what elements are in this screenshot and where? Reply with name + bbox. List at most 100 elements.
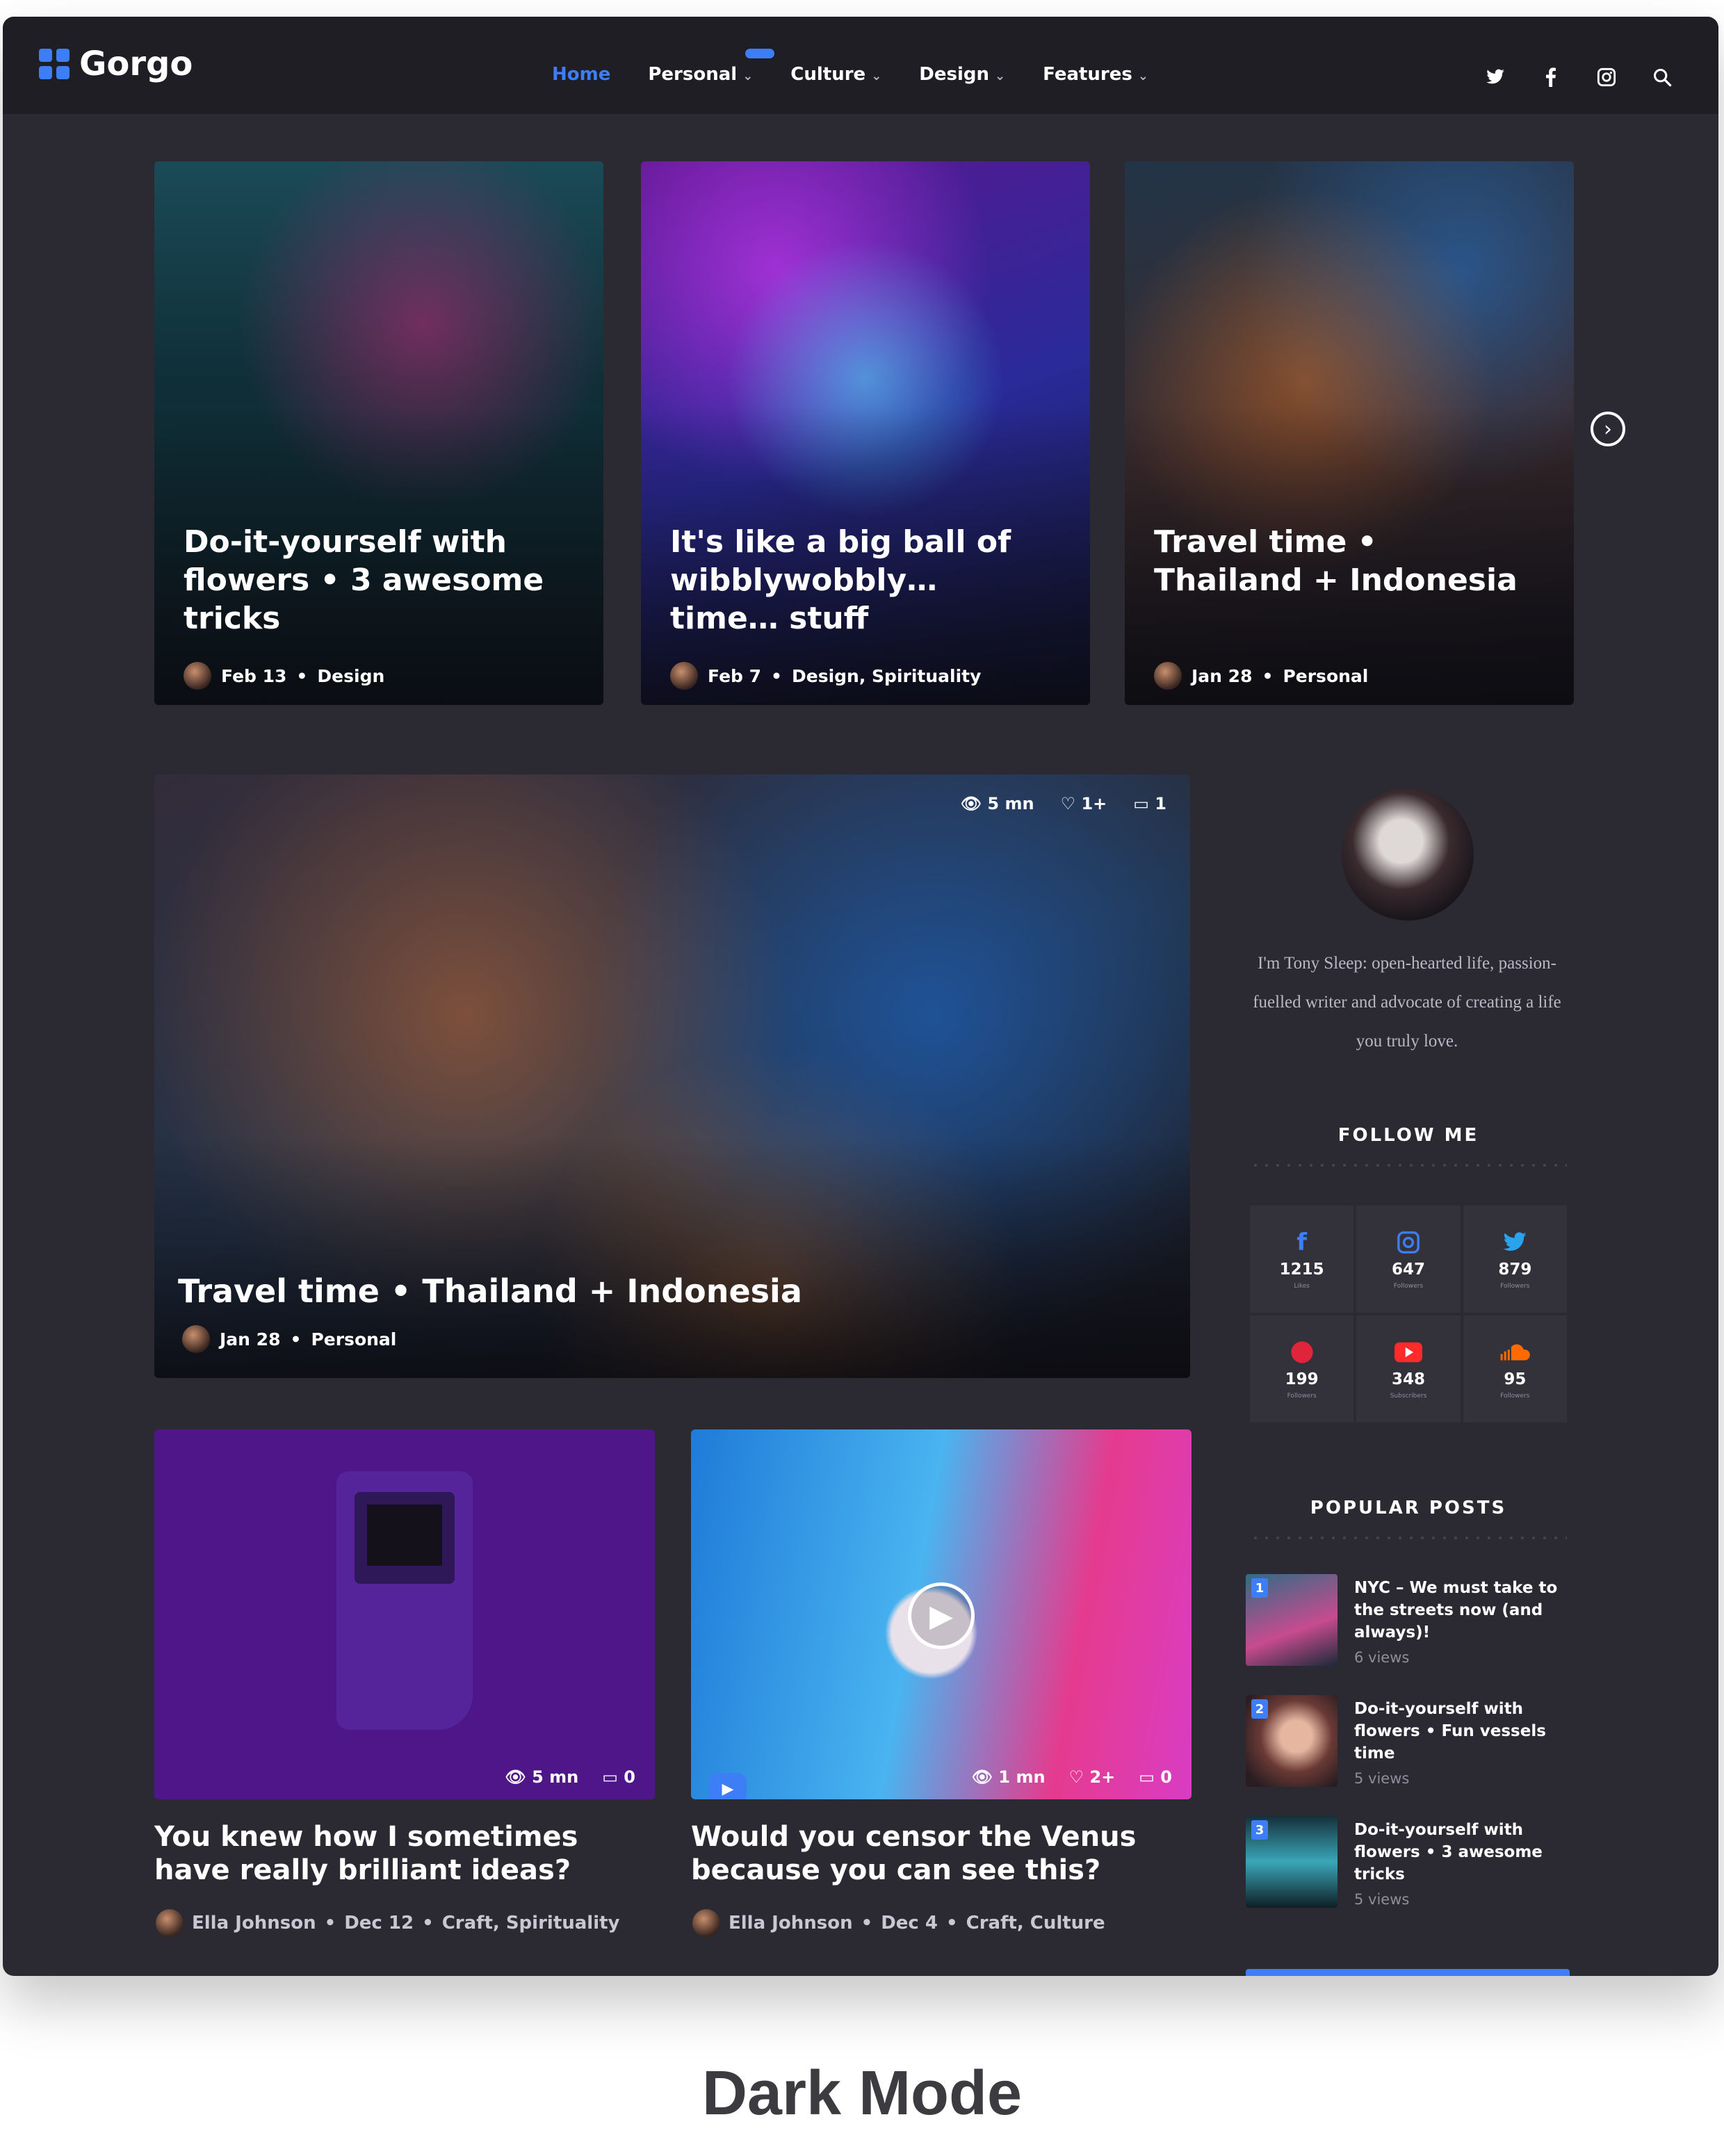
post-category[interactable]: Craft, Spirituality [442, 1913, 620, 1934]
header-social-links [1485, 67, 1673, 88]
nav-item-personal[interactable]: Personal ⌄ [648, 64, 753, 85]
slider-card-title[interactable]: Do-it-yourself with flowers • 3 awesome … [184, 523, 559, 638]
author-avatar[interactable] [1154, 662, 1182, 690]
author-avatar[interactable] [692, 1909, 720, 1937]
meta-separator: • [422, 1913, 434, 1934]
logo-grid-icon [39, 49, 70, 79]
post-category[interactable]: Design, Spirituality [792, 666, 981, 686]
meta-separator: • [861, 1913, 873, 1934]
follow-me-heading: FOLLOW ME [1337, 1125, 1479, 1146]
youtube-icon [1394, 1338, 1422, 1366]
author-avatar[interactable] [156, 1909, 184, 1937]
author-profile-photo [1342, 788, 1474, 921]
slider-next-arrow-icon[interactable]: › [1591, 412, 1625, 446]
main-menu: Home Personal ⌄ Culture ⌄ Design ⌄ Features… [552, 49, 1148, 85]
search-icon[interactable] [1652, 67, 1673, 88]
play-video-icon[interactable]: ▶ [908, 1582, 975, 1649]
facebook-icon[interactable] [1540, 67, 1561, 88]
chevron-down-icon: ⌄ [995, 69, 1006, 83]
reading-time: 👁 5 mn [505, 1767, 579, 1787]
popular-post-rank: 1 [1251, 1578, 1268, 1598]
popular-post-views: 6 views [1354, 1649, 1410, 1666]
popular-post-item[interactable]: 2 Do-it-yourself with flowers • Fun vess… [1246, 1695, 1572, 1816]
comments-count[interactable]: ▭ 0 [1139, 1767, 1172, 1787]
reading-time: 👁 1 mn [971, 1767, 1046, 1787]
comment-icon: ▭ [1139, 1767, 1155, 1787]
dotted-divider [1250, 1164, 1567, 1167]
comments-count[interactable]: ▭ 1 [1133, 794, 1166, 813]
post-author[interactable]: Ella Johnson [192, 1913, 316, 1934]
post-date: Jan 28 [220, 1329, 281, 1349]
logo-text: Gorgo [79, 44, 193, 83]
follow-youtube[interactable]: 348 Subscribers [1356, 1315, 1461, 1423]
post-category[interactable]: Design [317, 666, 384, 686]
follow-instagram[interactable]: 647 Followers [1356, 1206, 1461, 1313]
post-author[interactable]: Ella Johnson [729, 1913, 853, 1934]
post-title[interactable]: You knew how I sometimes have really bri… [154, 1820, 641, 1887]
popular-post-rank: 3 [1251, 1820, 1268, 1840]
popular-post-rank: 2 [1251, 1699, 1268, 1719]
featured-post-meta: Jan 28 • Personal [182, 1325, 396, 1353]
comment-icon: ▭ [602, 1767, 618, 1787]
slider-card-meta: Feb 7 • Design, Spirituality [670, 662, 981, 690]
post-thumbnail-1[interactable]: 👁 5 mn ▭ 0 [154, 1429, 655, 1799]
post-thumbnail-2[interactable]: ▶ ▶ 👁 1 mn ♡ 2+ ▭ 0 [691, 1429, 1192, 1799]
top-navigation-bar: Gorgo Home Personal ⌄ Culture ⌄ Design ⌄ Fe… [3, 17, 1718, 114]
author-avatar[interactable] [184, 662, 211, 690]
twitter-icon[interactable] [1485, 67, 1506, 88]
popular-posts-list: 1 NYC – We must take to the streets now … [1246, 1574, 1572, 1937]
featured-post[interactable]: 👁 5 mn ♡ 1+ ▭ 1 Travel time • Thailand +… [154, 775, 1190, 1378]
follow-twitter[interactable]: 879 Followers [1463, 1206, 1567, 1313]
popular-post-title[interactable]: Do-it-yourself with flowers • Fun vessel… [1354, 1698, 1563, 1765]
comments-count[interactable]: ▭ 0 [602, 1767, 635, 1787]
chevron-down-icon: ⌄ [742, 69, 754, 83]
featured-post-title[interactable]: Travel time • Thailand + Indonesia [178, 1272, 802, 1310]
follow-pinterest[interactable]: 199 Followers [1250, 1315, 1354, 1423]
chevron-down-icon: ⌄ [871, 69, 882, 83]
nav-item-features[interactable]: Features ⌄ [1043, 64, 1148, 85]
popular-post-item[interactable]: 3 Do-it-yourself with flowers • 3 awesom… [1246, 1816, 1572, 1937]
slider-card-2[interactable]: It's like a big ball of wibblywobbly… ti… [641, 161, 1090, 705]
site-logo[interactable]: Gorgo [39, 44, 193, 83]
instagram-icon [1397, 1229, 1420, 1256]
nav-item-home[interactable]: Home [552, 64, 610, 85]
post-category[interactable]: Craft, Culture [966, 1913, 1105, 1934]
likes-count[interactable]: ♡ 1+ [1061, 794, 1107, 813]
post-category[interactable]: Personal [311, 1329, 396, 1349]
popular-post-title[interactable]: NYC – We must take to the streets now (a… [1354, 1577, 1563, 1644]
nav-item-design[interactable]: Design ⌄ [919, 64, 1005, 85]
post-meta: Ella Johnson • Dec 12 • Craft, Spiritual… [156, 1909, 620, 1937]
follow-soundcloud[interactable]: 95 Followers [1463, 1315, 1567, 1423]
post-meta: Ella Johnson • Dec 4 • Craft, Culture [692, 1909, 1105, 1937]
sidebar-accent-bar [1246, 1969, 1570, 1976]
post-category[interactable]: Personal [1283, 666, 1368, 686]
gameboy-image [336, 1471, 473, 1730]
heart-icon: ♡ [1060, 794, 1076, 813]
instagram-icon[interactable] [1596, 67, 1617, 88]
facebook-icon: f [1296, 1229, 1308, 1256]
meta-separator: • [946, 1913, 958, 1934]
slider-card-3[interactable]: Travel time • Thailand + Indonesia Jan 2… [1125, 161, 1574, 705]
popular-post-item[interactable]: 1 NYC – We must take to the streets now … [1246, 1574, 1572, 1695]
slider-card-1[interactable]: Do-it-yourself with flowers • 3 awesome … [154, 161, 603, 705]
social-follow-grid: f 1215 Likes 647 Followers 879 Followers… [1250, 1206, 1567, 1423]
nav-item-culture[interactable]: Culture ⌄ [790, 64, 881, 85]
likes-count[interactable]: ♡ 2+ [1069, 1767, 1116, 1787]
twitter-icon [1502, 1229, 1527, 1256]
post-stats: 👁 1 mn ♡ 2+ ▭ 0 [972, 1767, 1172, 1787]
slider-card-title[interactable]: Travel time • Thailand + Indonesia [1154, 523, 1529, 599]
slider-card-meta: Jan 28 • Personal [1154, 662, 1368, 690]
post-title[interactable]: Would you censor the Venus because you c… [691, 1820, 1178, 1887]
post-date: Dec 12 [344, 1913, 414, 1934]
meta-separator: • [771, 665, 782, 686]
popular-post-views: 5 views [1354, 1770, 1410, 1787]
slider-card-title[interactable]: It's like a big ball of wibblywobbly… ti… [670, 523, 1046, 638]
popular-posts-heading: POPULAR POSTS [1310, 1498, 1507, 1518]
author-avatar[interactable] [182, 1325, 210, 1353]
author-avatar[interactable] [670, 662, 698, 690]
follow-facebook[interactable]: f 1215 Likes [1250, 1206, 1354, 1313]
heart-icon: ♡ [1068, 1767, 1084, 1787]
eye-icon: 👁 [505, 1767, 526, 1787]
meta-separator: • [296, 665, 308, 686]
popular-post-title[interactable]: Do-it-yourself with flowers • 3 awesome … [1354, 1819, 1563, 1886]
